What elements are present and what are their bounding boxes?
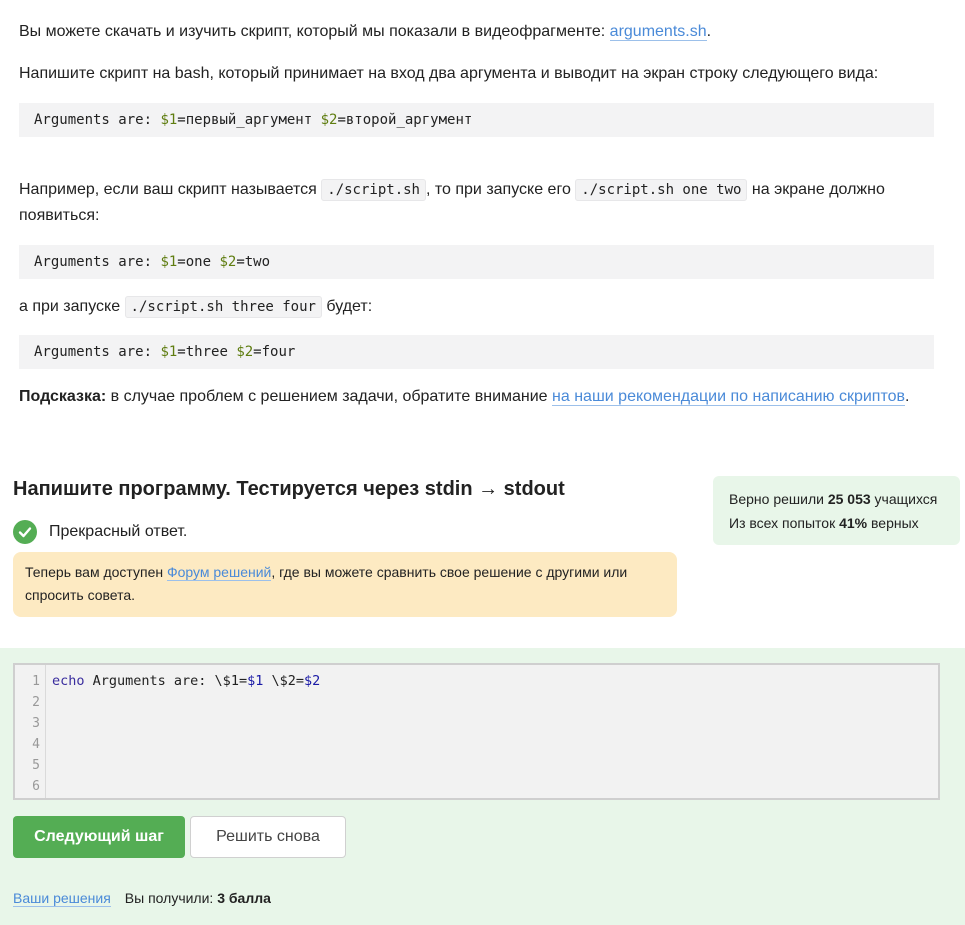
line-number: 4	[32, 737, 40, 752]
code-line[interactable]: echo Arguments are: \$1=$1 \$2=$2	[52, 671, 320, 692]
code-text: =второй_аргумент	[337, 112, 473, 128]
code-var: $2	[219, 254, 237, 270]
arguments-sh-link[interactable]: arguments.sh	[609, 23, 707, 41]
code-variable: $1	[247, 673, 264, 689]
code-text: =two	[236, 254, 271, 270]
attempts-percent: 41%	[839, 515, 868, 531]
second-example-paragraph: а при запуске ./script.sh three four буд…	[19, 294, 372, 320]
attempts-stat: Из всех попыток 41% верных	[729, 511, 960, 535]
success-message: Прекрасный ответ.	[13, 519, 187, 545]
code-editor[interactable]: 1 2 3 4 5 6 echo Arguments are: \$1=$1 \…	[13, 663, 940, 800]
code-token: \$2=	[263, 673, 304, 689]
intro-text: Вы можете скачать и изучить скрипт, кото…	[19, 23, 610, 40]
my-solutions-link[interactable]: Ваши решения	[13, 890, 111, 907]
example-text: , то при запуске его	[425, 181, 576, 198]
forum-notice: Теперь вам доступен Форум решений, где в…	[13, 552, 677, 617]
score-label: Вы получили:	[124, 890, 218, 906]
code-text: Arguments are:	[34, 344, 161, 360]
code-example-three-four: Arguments are: $1=three $2=four	[19, 335, 934, 369]
code-example-one-two: Arguments are: $1=one $2=two	[19, 245, 934, 279]
task-title: Напишите программу. Тестируется через st…	[13, 478, 565, 500]
stats-panel: Верно решили 25 053 учащихся Из всех поп…	[713, 476, 960, 545]
hint-text: в случае проблем с решением задачи, обра…	[106, 388, 553, 405]
example-text: а при запуске	[19, 298, 125, 315]
code-text: =one	[177, 254, 220, 270]
inline-code: ./script.sh three four	[124, 296, 322, 318]
code-keyword: echo	[52, 673, 85, 689]
code-var: $2	[236, 344, 254, 360]
code-var: $1	[160, 112, 178, 128]
notice-text: Теперь вам доступен	[25, 564, 167, 580]
code-lines[interactable]: echo Arguments are: \$1=$1 \$2=$2	[52, 671, 320, 692]
hint-paragraph: Подсказка: в случае проблем с решением з…	[19, 384, 909, 410]
hint-label: Подсказка:	[19, 388, 107, 405]
solutions-forum-link[interactable]: Форум решений	[166, 564, 272, 581]
line-number: 5	[32, 758, 40, 773]
line-number: 1	[32, 674, 40, 689]
intro-paragraph: Вы можете скачать и изучить скрипт, кото…	[19, 19, 711, 45]
recommendations-link[interactable]: на наши рекомендации по написанию скрипт…	[552, 388, 905, 406]
line-number: 6	[32, 779, 40, 794]
line-number: 3	[32, 716, 40, 731]
retry-button[interactable]: Решить снова	[190, 816, 346, 858]
solved-stat: Верно решили 25 053 учащихся	[729, 487, 960, 511]
code-var: $2	[320, 112, 338, 128]
stat-text: учащихся	[870, 491, 938, 507]
task-paragraph: Напишите скрипт на bash, который принима…	[19, 65, 879, 82]
code-text: =four	[253, 344, 296, 360]
code-example-template: Arguments are: $1=первый_аргумент $2=вто…	[19, 103, 934, 137]
code-text: =первый_аргумент	[177, 112, 321, 128]
code-token: Arguments are: \$1=	[84, 673, 248, 689]
inline-code: ./script.sh one two	[575, 179, 748, 201]
inline-code: ./script.sh	[321, 179, 426, 201]
stat-text: верных	[867, 515, 919, 531]
example-paragraph: Например, если ваш скрипт называется ./s…	[19, 177, 919, 229]
code-text: Arguments are:	[34, 254, 161, 270]
example-text: Например, если ваш скрипт называется	[19, 181, 322, 198]
code-var: $1	[160, 254, 178, 270]
code-text: Arguments are:	[34, 112, 161, 128]
intro-end: .	[706, 23, 712, 40]
line-number: 2	[32, 695, 40, 710]
checkmark-icon	[13, 520, 37, 544]
code-variable: $2	[303, 673, 321, 689]
solved-count: 25 053	[827, 491, 871, 507]
code-var: $1	[160, 344, 178, 360]
example-text: будет:	[321, 298, 373, 315]
result-footer: Ваши решения Вы получили: 3 балла	[13, 888, 271, 908]
line-numbers-gutter: 1 2 3 4 5 6	[15, 665, 46, 798]
score-value: 3 балла	[217, 890, 271, 906]
stat-text: Верно решили	[729, 491, 828, 507]
hint-end: .	[905, 388, 910, 405]
code-text: =three	[177, 344, 237, 360]
stat-text: Из всех попыток	[729, 515, 840, 531]
next-step-button[interactable]: Следующий шаг	[13, 816, 185, 858]
success-text: Прекрасный ответ.	[49, 523, 188, 540]
